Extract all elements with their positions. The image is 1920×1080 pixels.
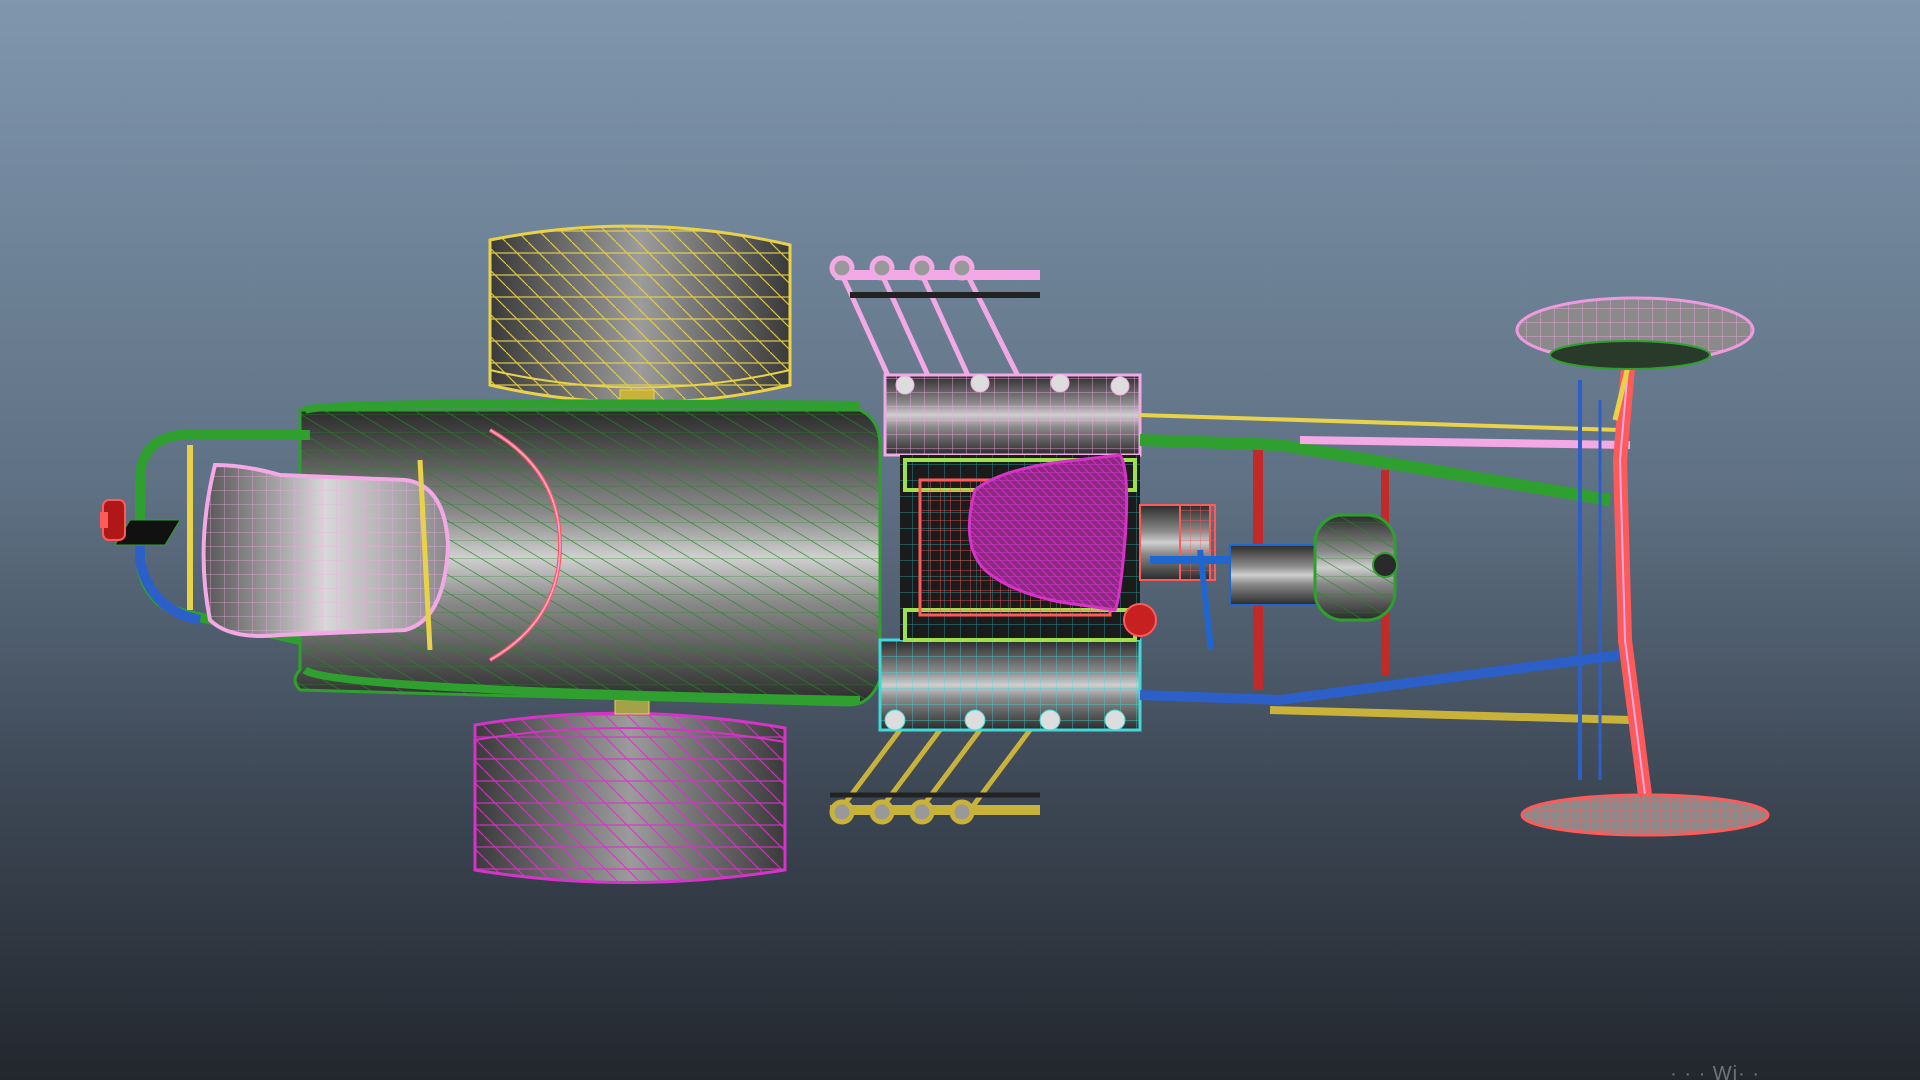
wireframe-scene[interactable] [0,0,1920,1080]
exhaust-headers-bottom[interactable] [829,728,1040,825]
cylinder-head-top[interactable] [883,373,1142,457]
fuel-tank[interactable] [1313,513,1398,622]
watermark-text: · · · Wi· · [1670,1063,1760,1080]
front-axle[interactable] [1598,344,1652,796]
drive-shaft[interactable] [1229,544,1321,606]
front-wheel-bottom[interactable] [1520,793,1770,837]
rear-tire-bottom[interactable] [473,699,787,884]
tail-light[interactable] [100,499,126,541]
seat[interactable] [201,459,451,651]
front-wheel-top[interactable] [1515,296,1755,370]
rear-tire-top[interactable] [488,224,792,405]
3d-viewport[interactable]: · · · Wi· · [0,0,1920,1080]
cylinder-head-bottom[interactable] [878,638,1142,732]
exhaust-headers-top[interactable] [829,255,1040,382]
